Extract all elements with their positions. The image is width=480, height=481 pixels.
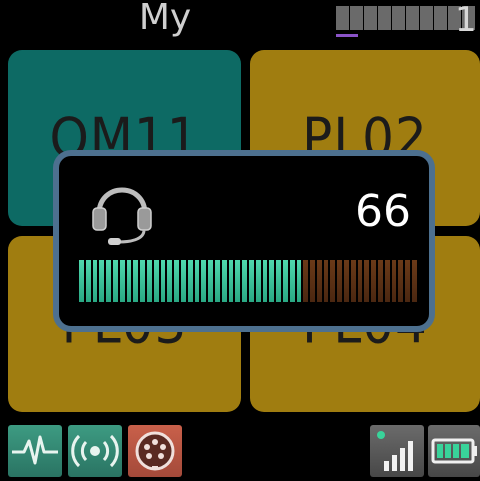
battery-indicator — [428, 425, 480, 477]
volume-segment-active — [140, 260, 145, 302]
volume-segment-active — [269, 260, 275, 302]
volume-segment-active — [208, 260, 213, 302]
volume-segment-active — [160, 260, 166, 302]
volume-segment-inactive — [316, 260, 322, 302]
volume-segment-active — [112, 260, 118, 302]
volume-segment-active — [214, 260, 220, 302]
volume-segment-active — [153, 260, 159, 302]
heartbeat-button[interactable] — [8, 425, 62, 477]
volume-popup: 66 — [53, 150, 435, 332]
page-cell — [364, 6, 377, 30]
volume-segment-inactive — [412, 260, 417, 302]
volume-segment-active — [276, 260, 281, 302]
battery-icon — [431, 438, 477, 464]
signal-strength-icon — [377, 431, 413, 471]
page-cell — [350, 6, 363, 30]
page-indicator[interactable] — [336, 6, 475, 37]
volume-segment-active — [167, 260, 173, 302]
volume-segment-inactive — [337, 260, 343, 302]
volume-segment-inactive — [391, 260, 397, 302]
page-cell — [392, 6, 405, 30]
volume-segment-inactive — [378, 260, 383, 302]
volume-segment-active — [119, 260, 125, 302]
volume-segment-inactive — [303, 260, 309, 302]
volume-segment-active — [146, 260, 152, 302]
volume-segment-inactive — [323, 260, 329, 302]
volume-segment-active — [221, 260, 227, 302]
dmx-connector-icon — [135, 431, 175, 471]
volume-segment-active — [194, 260, 200, 302]
volume-segment-inactive — [364, 260, 370, 302]
volume-segment-inactive — [398, 260, 404, 302]
volume-segment-active — [235, 260, 241, 302]
volume-segment-active — [180, 260, 186, 302]
heartbeat-icon — [12, 435, 58, 465]
volume-segment-inactive — [371, 260, 377, 302]
volume-segment-inactive — [384, 260, 390, 302]
volume-segment-active — [296, 260, 302, 302]
page-cell — [406, 6, 419, 30]
dmx-button[interactable] — [128, 425, 182, 477]
broadcast-button[interactable] — [68, 425, 122, 477]
broadcast-icon — [71, 434, 119, 468]
volume-segment-inactive — [344, 260, 349, 302]
volume-segment-active — [92, 260, 98, 302]
volume-level-bar[interactable] — [79, 260, 417, 302]
volume-segment-inactive — [357, 260, 363, 302]
volume-segment-active — [282, 260, 288, 302]
page-title: My — [138, 0, 192, 38]
volume-segment-active — [187, 260, 193, 302]
volume-segment-inactive — [350, 260, 356, 302]
volume-segment-active — [255, 260, 261, 302]
volume-segment-active — [133, 260, 139, 302]
headset-icon — [89, 174, 155, 246]
volume-segment-inactive — [310, 260, 315, 302]
volume-segment-active — [289, 260, 295, 302]
volume-segment-active — [262, 260, 268, 302]
page-cell — [336, 6, 349, 30]
volume-segment-active — [126, 260, 132, 302]
volume-segment-active — [106, 260, 111, 302]
page-number: 1 — [455, 0, 477, 40]
volume-segment-active — [85, 260, 91, 302]
volume-value: 66 — [355, 186, 411, 237]
volume-segment-active — [242, 260, 247, 302]
volume-segment-active — [248, 260, 254, 302]
active-page-marker — [336, 34, 358, 37]
volume-segment-inactive — [405, 260, 411, 302]
header: My 1 — [0, 0, 480, 44]
volume-segment-active — [201, 260, 207, 302]
volume-segment-active — [99, 260, 105, 302]
page-cell — [420, 6, 433, 30]
signal-strength-indicator — [370, 425, 424, 477]
volume-segment-active — [174, 260, 179, 302]
volume-segment-active — [228, 260, 234, 302]
volume-segment-inactive — [330, 260, 336, 302]
page-cell — [434, 6, 447, 30]
page-cell — [378, 6, 391, 30]
volume-segment-active — [79, 260, 84, 302]
